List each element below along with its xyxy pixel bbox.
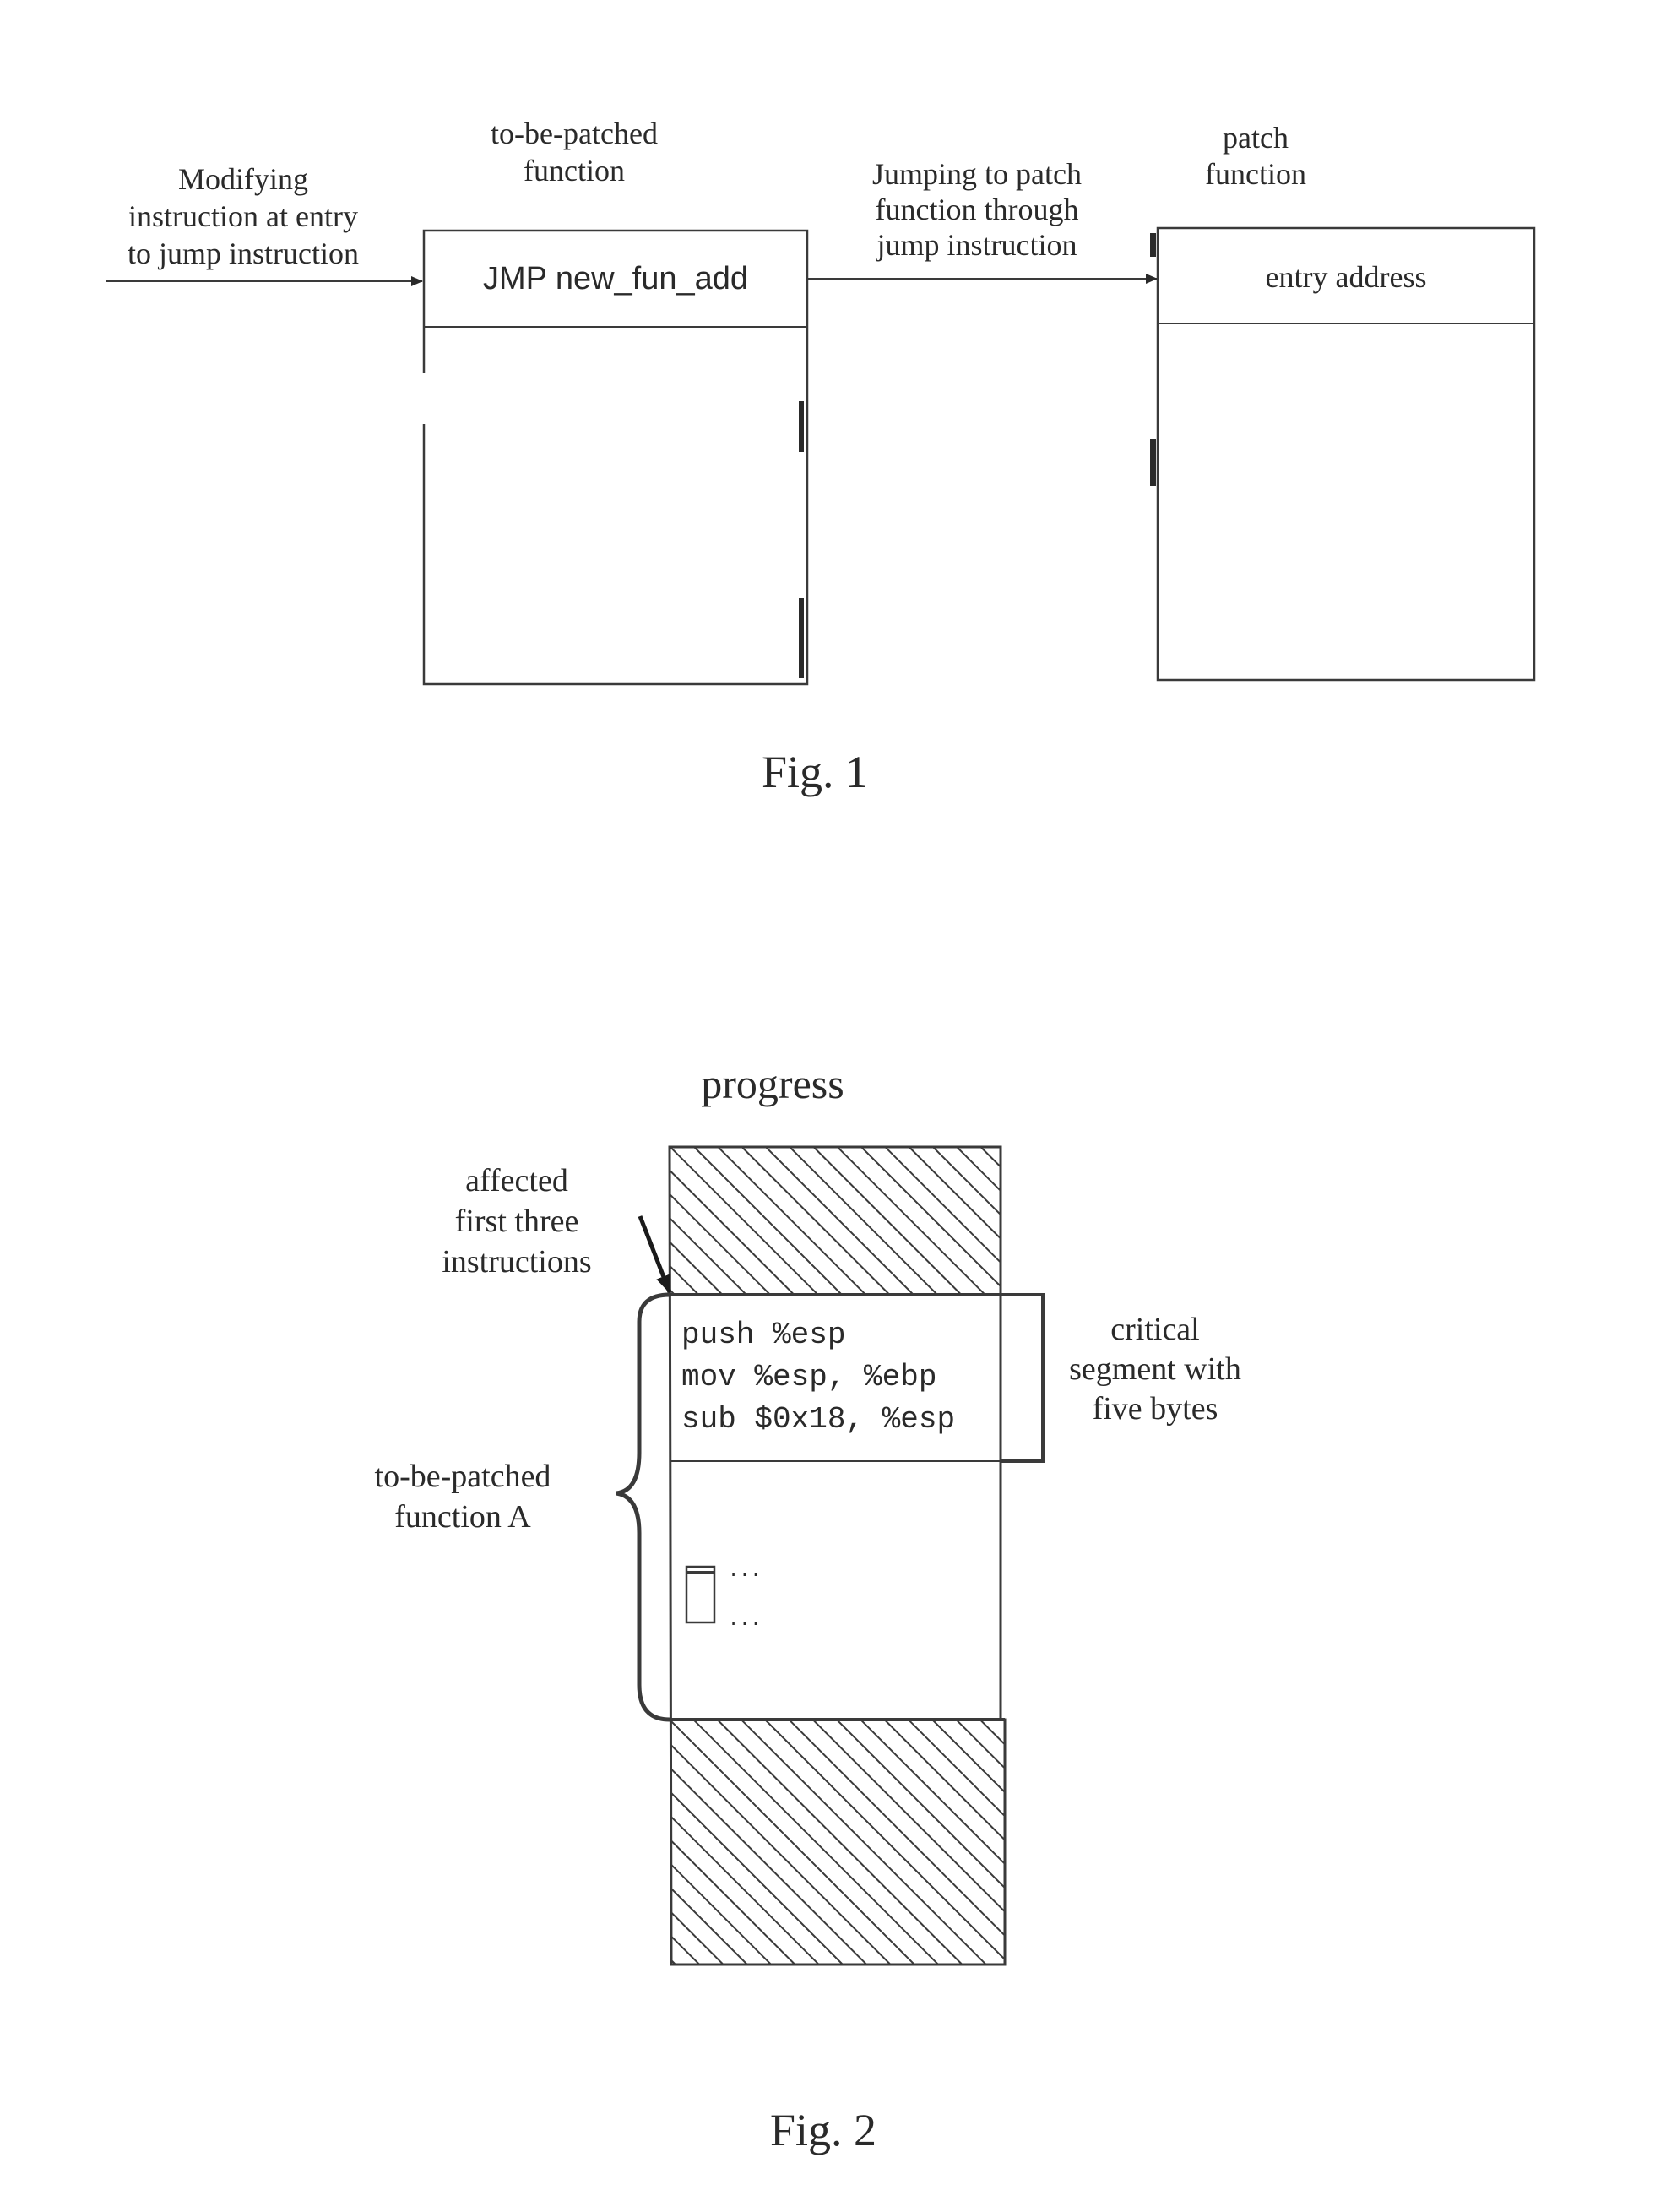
annotation-line: jump instruction	[876, 228, 1077, 262]
first-three-instructions: push %esp mov %esp, %ebp sub $0x18, %esp	[681, 1318, 955, 1437]
label-line: segment with	[1069, 1351, 1241, 1387]
progress-column	[668, 1145, 1007, 1966]
scan-artifact	[799, 401, 804, 452]
critical-segment-label: critical segment with five bytes	[1069, 1312, 1241, 1427]
hatched-region-bottom	[670, 1720, 1005, 1965]
critical-segment-bracket	[1001, 1293, 1045, 1463]
patch-function-box: entry address	[1150, 226, 1536, 682]
instruction-line: mov %esp, %ebp	[681, 1360, 936, 1394]
function-body-content: ... ...	[685, 1561, 762, 1631]
placeholder-block-icon	[685, 1565, 716, 1624]
function-box-outline	[422, 229, 809, 686]
affected-arrow	[638, 1215, 672, 1294]
figure-1: Modifying instruction at entry to jump i…	[106, 117, 1536, 797]
annotation-line: Jumping to patch	[872, 157, 1082, 191]
label-line: to-be-patched	[375, 1459, 551, 1494]
ellipsis: ...	[728, 1561, 762, 1582]
function-a-label: to-be-patched function A	[375, 1459, 551, 1535]
instruction-line: push %esp	[681, 1318, 845, 1352]
function-a-brace	[616, 1292, 670, 1722]
label-line: function	[1205, 157, 1306, 191]
to-be-patched-function-label: to-be-patched function	[491, 117, 658, 188]
jump-annotation: Jumping to patch function through jump i…	[872, 157, 1082, 262]
label-line: five bytes	[1093, 1391, 1218, 1427]
progress-title: progress	[701, 1060, 844, 1107]
figure-2: progress push %esp mov %esp, %ebp sub $0…	[375, 1060, 1241, 2155]
scan-artifact	[799, 598, 804, 678]
modify-entry-annotation: Modifying instruction at entry to jump i…	[128, 162, 359, 270]
function-box-outline	[1156, 226, 1536, 682]
patent-figures: Modifying instruction at entry to jump i…	[106, 117, 1536, 2155]
scan-artifact	[1150, 233, 1156, 257]
annotation-line: to jump instruction	[128, 236, 359, 270]
label-line: instructions	[442, 1244, 591, 1280]
label-line: affected	[465, 1163, 568, 1198]
scan-gap	[419, 373, 429, 424]
label-line: first three	[455, 1204, 579, 1239]
label-line: critical	[1110, 1312, 1199, 1347]
annotation-line: Modifying	[178, 162, 308, 196]
annotation-line: instruction at entry	[128, 199, 358, 233]
instruction-line: sub $0x18, %esp	[681, 1402, 955, 1437]
label-line: function	[524, 154, 625, 188]
label-line: to-be-patched	[491, 117, 658, 150]
affected-instructions-label: affected first three instructions	[442, 1163, 591, 1280]
entry-address: entry address	[1266, 260, 1427, 294]
hatched-region-top	[670, 1147, 1001, 1295]
jmp-instruction: JMP new_fun_add	[483, 261, 748, 296]
annotation-line: function through	[876, 193, 1079, 226]
scan-artifact	[1150, 439, 1156, 486]
patch-function-label: patch function	[1205, 121, 1306, 191]
figure-2-caption: Fig. 2	[770, 2105, 876, 2155]
to-be-patched-function-box: JMP new_fun_add	[419, 229, 809, 686]
figure-1-caption: Fig. 1	[762, 747, 868, 797]
ellipsis: ...	[728, 1610, 762, 1631]
label-line: patch	[1223, 121, 1289, 155]
label-line: function A	[394, 1499, 531, 1535]
